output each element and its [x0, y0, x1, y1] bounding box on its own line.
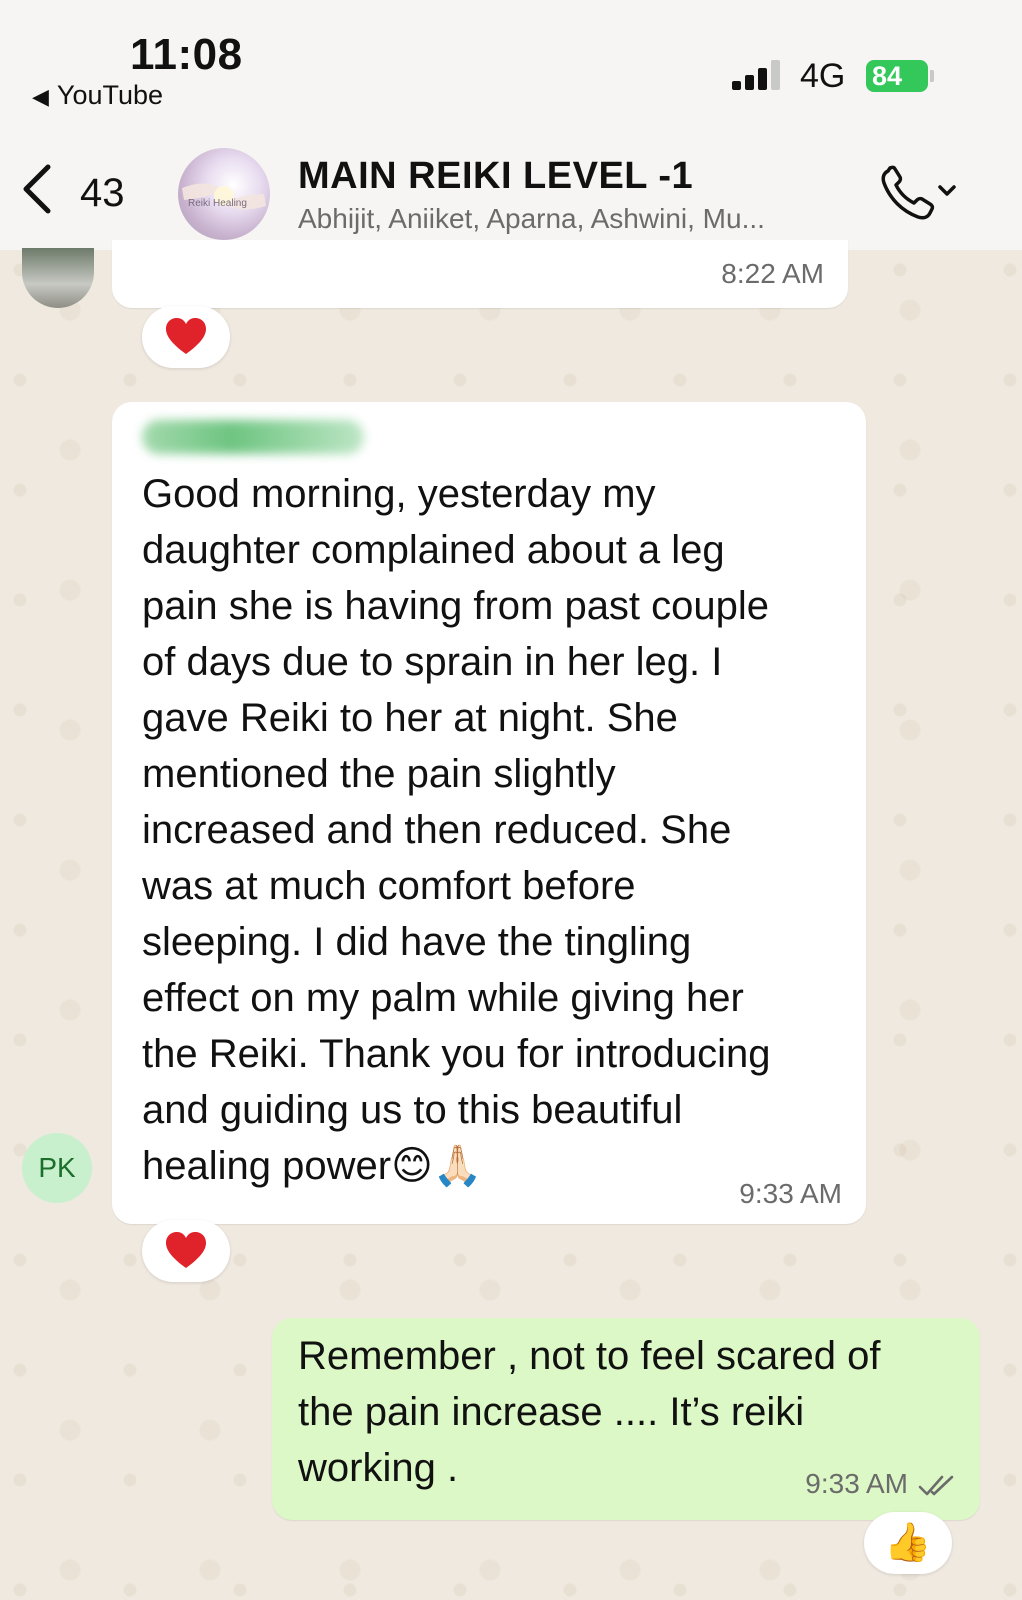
reaction-badge[interactable]: 👍 [864, 1512, 952, 1574]
battery-icon: 84 [866, 60, 934, 92]
back-app-label: YouTube [56, 80, 164, 110]
message-time: 9:33 AM [739, 1178, 842, 1209]
back-triangle-icon: ◀ [32, 84, 49, 109]
group-avatar[interactable]: Reiki Healing [178, 148, 270, 240]
back-chevron-icon[interactable] [20, 163, 54, 224]
avatar-label: Reiki Healing [188, 198, 247, 209]
call-button[interactable] [880, 165, 960, 221]
status-bar: 11:08 ◀ YouTube 4G 84 [0, 0, 1022, 125]
phone-icon [881, 165, 956, 220]
message-text: Good morning, yesterday my daughter comp… [142, 472, 771, 1188]
clock: 11:08 [130, 30, 243, 79]
group-name[interactable]: MAIN REIKI LEVEL -1 [298, 155, 693, 198]
sender-name-blurred [142, 420, 364, 454]
network-type: 4G [800, 57, 846, 95]
read-receipt-icon [918, 1475, 954, 1496]
thumbs-up-icon: 👍 [884, 1522, 932, 1564]
heart-icon [166, 318, 206, 354]
message-time: 8:22 AM [721, 258, 824, 289]
sender-avatar[interactable]: PK [22, 1133, 92, 1203]
back-to-app-link[interactable]: ◀ YouTube [32, 80, 163, 111]
battery-level: 84 [872, 61, 903, 91]
group-members[interactable]: Abhijit, Aniiket, Aparna, Ashwini, Mu... [298, 203, 765, 235]
reaction-badge[interactable] [142, 306, 230, 368]
message-bubble[interactable]: 8:22 AM [112, 240, 848, 308]
reaction-badge[interactable] [142, 1220, 230, 1282]
message-bubble-outgoing[interactable]: Remember , not to feel scared of the pai… [272, 1318, 980, 1520]
message-bubble[interactable]: Good morning, yesterday my daughter comp… [112, 402, 866, 1224]
signal-icon [732, 60, 784, 90]
chat-header: 43 Reiki Healing MAIN REIKI LEVEL -1 Abh… [0, 125, 1022, 251]
unread-count[interactable]: 43 [80, 171, 125, 216]
message-time: 9:33 AM [805, 1468, 908, 1499]
heart-icon [166, 1232, 206, 1268]
